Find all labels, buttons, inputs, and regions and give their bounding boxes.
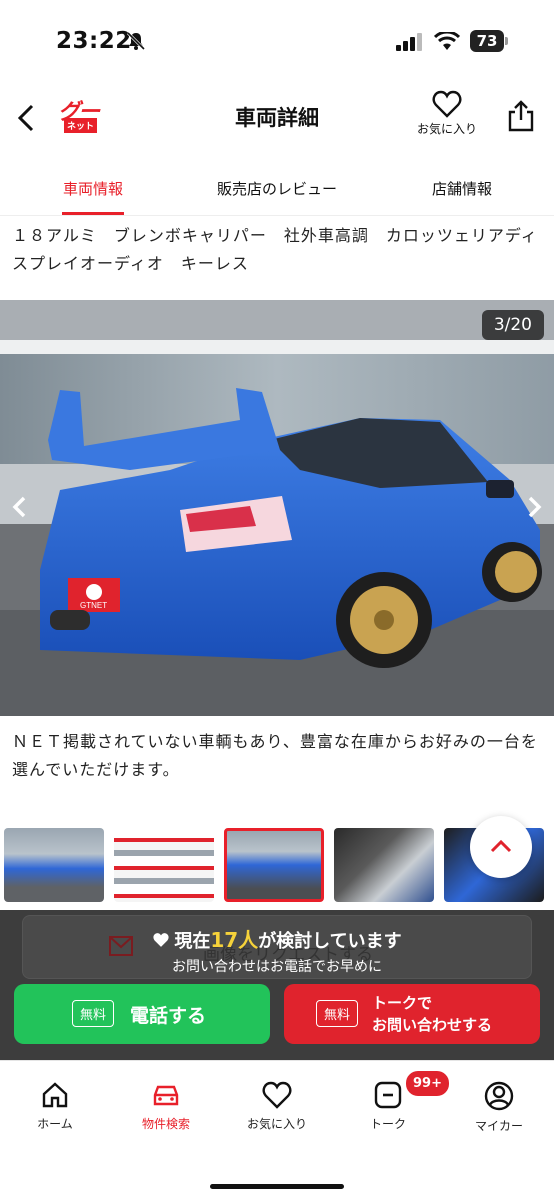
thumbnail-2[interactable]	[114, 828, 214, 902]
nav-talk-label: トーク	[369, 1117, 406, 1131]
wifi-icon	[434, 32, 460, 50]
call-button[interactable]: 無料 電話する	[14, 984, 270, 1044]
nav-home[interactable]: ホーム	[5, 1081, 105, 1132]
share-icon[interactable]	[506, 98, 536, 134]
license-plate-text: GTNET	[80, 601, 107, 610]
talk-inquiry-button[interactable]: 無料 トークで お問い合わせする	[284, 984, 540, 1044]
contact-panel: 画像をリクエストする 現在17人が検討しています お問い合わせはお電話でお早めに…	[0, 910, 554, 1060]
nav-mycar-label: マイカー	[474, 1119, 523, 1133]
free-badge: 無料	[316, 1000, 359, 1027]
call-label: 電話する	[130, 1005, 207, 1027]
talk-label-line1: トークで	[372, 994, 433, 1012]
user-icon	[484, 1081, 514, 1111]
favorite-button[interactable]: お気に入り	[410, 90, 484, 150]
favorite-label: お気に入り	[416, 122, 477, 136]
thumbnail-3-selected[interactable]	[224, 828, 324, 902]
vehicle-description-equipment: １８アルミ ブレンボキャリパー 社外車高調 カロッツェリアディスプレイオーディオ…	[12, 226, 538, 273]
heart-filled-icon	[153, 933, 169, 947]
car-photo: GTNET	[0, 300, 554, 716]
nav-search-label: 物件検索	[141, 1117, 190, 1131]
status-time: 23:22	[56, 28, 132, 54]
interest-count-text: 現在17人が検討しています	[0, 924, 554, 953]
nav-home-label: ホーム	[37, 1117, 73, 1131]
signal-icon	[396, 33, 422, 51]
heart-icon	[262, 1081, 292, 1109]
nav-favorites[interactable]: お気に入り	[227, 1081, 327, 1132]
nav-favorites-label: お気に入り	[246, 1117, 307, 1131]
battery-tip	[505, 37, 508, 45]
interest-subtext: お問い合わせはお電話でお早めに	[172, 959, 382, 975]
nav-mycar[interactable]: マイカー	[449, 1081, 549, 1134]
heart-outline-icon	[432, 90, 462, 118]
thumbnail-4[interactable]	[334, 828, 434, 902]
interest-suffix: が検討しています	[258, 931, 402, 952]
talk-label: トークで お問い合わせする	[372, 992, 492, 1036]
battery-indicator: 73	[470, 30, 508, 52]
home-indicator	[210, 1184, 344, 1189]
scroll-to-top-button[interactable]	[470, 816, 532, 878]
chat-icon	[374, 1081, 402, 1109]
bottom-navigation: ホーム 物件検索 お気に入り トーク 99+ マイカー	[0, 1060, 554, 1200]
tab-dealer-reviews[interactable]: 販売店のレビュー	[202, 178, 352, 199]
tab-vehicle-info[interactable]: 車両情報	[48, 178, 138, 199]
bell-off-icon	[126, 31, 146, 51]
tab-store-info[interactable]: 店舗情報	[414, 178, 510, 199]
thumbnail-1[interactable]	[4, 828, 104, 902]
photo-counter: 3/20	[481, 310, 544, 340]
free-badge: 無料	[72, 1000, 115, 1027]
talk-label-line2: お問い合わせする	[372, 1016, 493, 1034]
battery-level: 73	[470, 30, 504, 52]
app-header: グー ネット 車両詳細 お気に入り	[0, 84, 554, 164]
photo-gallery[interactable]: GTNET 3/20	[0, 300, 554, 716]
interest-prefix: 現在	[174, 931, 211, 952]
active-tab-indicator	[62, 212, 124, 215]
tab-bar: 車両情報 販売店のレビュー 店舗情報	[0, 164, 554, 216]
interest-count: 17人	[210, 928, 259, 952]
status-bar: 23:22 73	[0, 0, 554, 84]
dealer-message: ＮＥＴ掲載されていない車輌もあり、豊富な在庫からお好みの一台を選んでいただけます…	[12, 732, 538, 779]
next-photo-arrow-icon[interactable]	[522, 492, 546, 522]
car-icon	[153, 1085, 179, 1106]
talk-notification-badge: 99+	[404, 1069, 451, 1098]
chevron-up-icon	[490, 839, 512, 853]
home-icon	[42, 1082, 68, 1108]
nav-search[interactable]: 物件検索	[116, 1081, 216, 1132]
prev-photo-arrow-icon[interactable]	[8, 492, 32, 522]
